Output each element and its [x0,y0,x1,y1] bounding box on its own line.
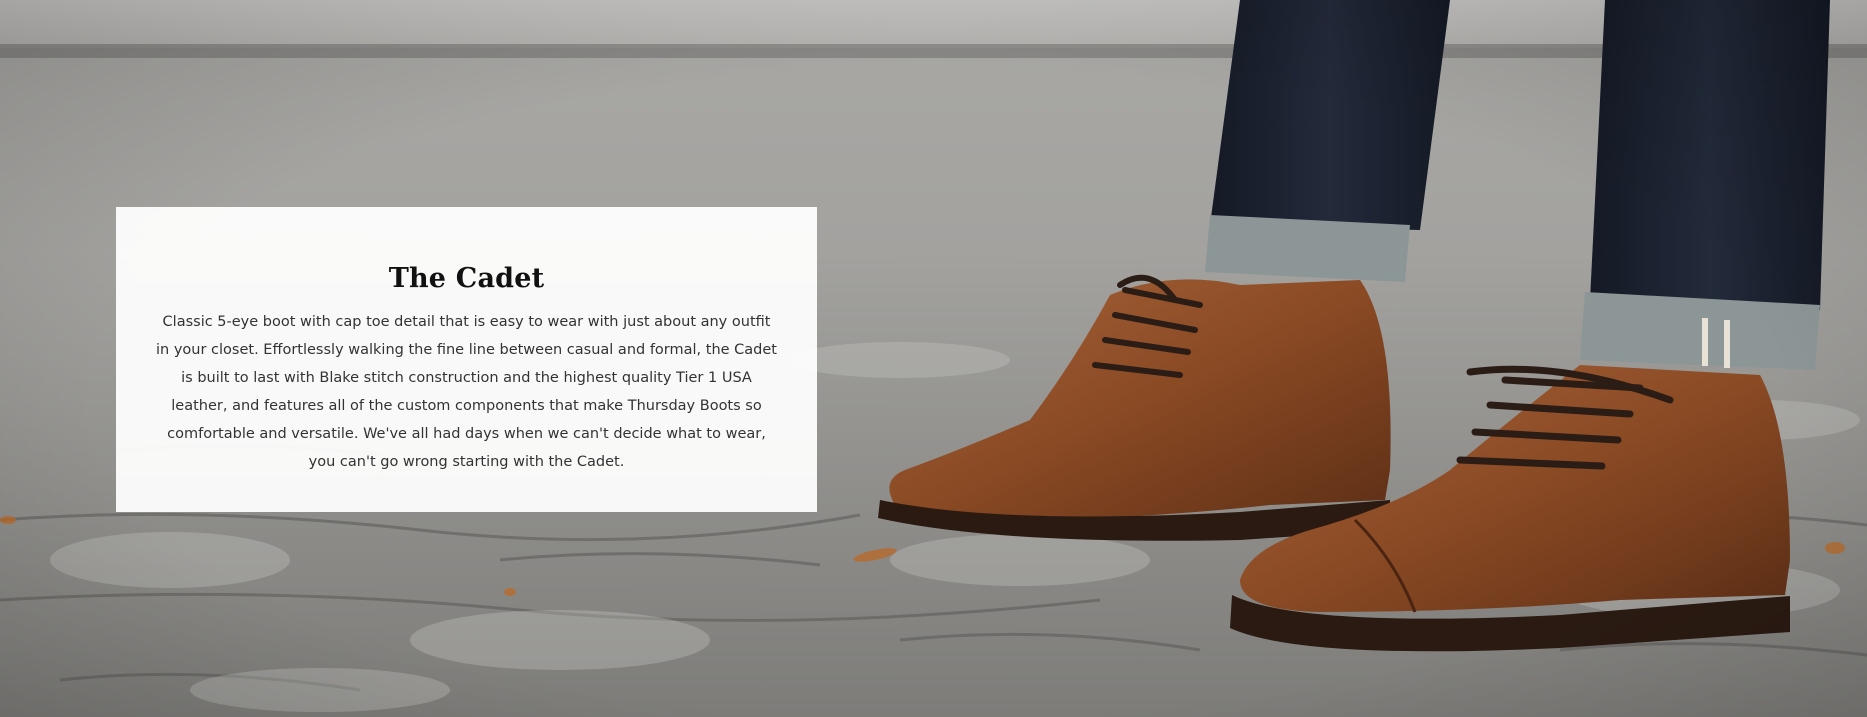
product-title: The Cadet [388,263,545,294]
product-hero-banner: The Cadet Classic 5-eye boot with cap to… [0,0,1867,717]
product-description: Classic 5-eye boot with cap toe detail t… [156,314,777,470]
product-info-card: The Cadet Classic 5-eye boot with cap to… [116,207,817,512]
